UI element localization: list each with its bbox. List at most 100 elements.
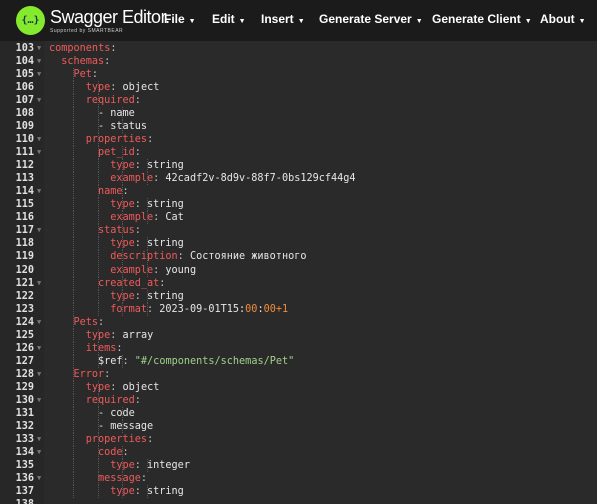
punctuation: :: [122, 355, 135, 367]
code-line[interactable]: 113 example: 42cadf2v-8d9v-88f7-0bs129cf4…: [0, 172, 597, 186]
code-line[interactable]: 106 type: object: [0, 81, 597, 95]
indent-guide: [73, 302, 75, 316]
fold-arrow-icon[interactable]: ▼: [37, 433, 41, 446]
line-number: 127: [15, 355, 34, 367]
punctuation: :: [153, 173, 166, 185]
code-line[interactable]: 131 - code: [0, 406, 597, 420]
punctuation: :: [122, 446, 129, 458]
menu-label: File: [164, 12, 185, 26]
fold-arrow-icon[interactable]: ▼: [37, 394, 41, 407]
yaml-value: integer: [147, 459, 190, 471]
code-text: Error:: [73, 368, 110, 381]
code-line[interactable]: 133 ▼ properties:: [0, 432, 597, 446]
code-line[interactable]: 110 ▼ properties:: [0, 133, 597, 147]
brand[interactable]: Swagger Editor. Supported by SMARTBEAR: [50, 7, 170, 34]
indent-guide: [73, 107, 75, 121]
code-line[interactable]: 135 type: integer: [0, 458, 597, 472]
fold-arrow-icon[interactable]: ▼: [37, 472, 41, 485]
yaml-key: properties: [85, 433, 148, 445]
indent-guide: [73, 198, 75, 212]
fold-arrow-icon[interactable]: ▼: [37, 342, 41, 355]
line-number: 136: [15, 472, 34, 484]
menu-label: About: [540, 12, 575, 26]
fold-arrow-icon[interactable]: ▼: [37, 446, 41, 459]
fold-arrow-icon[interactable]: ▼: [37, 316, 41, 329]
fold-arrow-icon[interactable]: ▼: [37, 94, 41, 107]
yaml-editor[interactable]: 103 ▼ components: 104 ▼ schemas: 105 ▼ Pet: 106 ty…: [0, 41, 597, 504]
swagger-logo-icon[interactable]: {…}: [16, 6, 45, 35]
code-text: type: string: [110, 237, 184, 250]
indent-guide: [73, 380, 75, 394]
code-line[interactable]: 129 type: object: [0, 380, 597, 394]
yaml-key: Pet: [73, 69, 92, 81]
code-line[interactable]: 108 - name: [0, 107, 597, 121]
punctuation: :: [134, 486, 148, 498]
code-line[interactable]: 114 ▼ name:: [0, 185, 597, 199]
yaml-key: code: [97, 446, 123, 458]
menu-generate-client[interactable]: Generate Client ▼: [432, 12, 532, 26]
punctuation: :: [134, 199, 148, 211]
code-line[interactable]: 132 - message: [0, 419, 597, 433]
punctuation: :: [134, 147, 141, 159]
code-line[interactable]: 125 type: array: [0, 328, 597, 342]
line-number: 117: [15, 225, 34, 237]
line-number: 135: [15, 459, 34, 471]
code-line[interactable]: 118 type: string: [0, 237, 597, 251]
yaml-value: - code: [97, 407, 135, 419]
code-line[interactable]: 138: [0, 498, 597, 504]
code-line[interactable]: 104 ▼ schemas:: [0, 55, 597, 68]
caret-down-icon: ▼: [238, 18, 246, 25]
code-line[interactable]: 136 ▼ message:: [0, 471, 597, 485]
fold-arrow-icon[interactable]: ▼: [37, 185, 41, 198]
code-text: properties:: [86, 433, 153, 446]
code-line[interactable]: 121 ▼ created_at:: [0, 276, 597, 290]
fold-arrow-icon[interactable]: ▼: [37, 277, 41, 290]
code-line[interactable]: 116 example: Cat: [0, 211, 597, 225]
fold-arrow-icon[interactable]: ▼: [37, 42, 41, 55]
code-line[interactable]: 112 type: string: [0, 159, 597, 173]
code-line[interactable]: 128 ▼ Error:: [0, 367, 597, 381]
menu-about[interactable]: About ▼: [540, 12, 586, 26]
menu-file[interactable]: File ▼: [164, 12, 196, 26]
code-line[interactable]: 122 type: string: [0, 289, 597, 303]
code-line[interactable]: 120 example: young: [0, 263, 597, 277]
fold-arrow-icon[interactable]: ▼: [37, 68, 41, 81]
fold-arrow-icon[interactable]: ▼: [37, 224, 41, 237]
yaml-value: - status: [97, 121, 148, 133]
menu-label: Insert: [261, 12, 294, 26]
menu-insert[interactable]: Insert ▼: [261, 12, 305, 26]
code-line[interactable]: 134 ▼ code:: [0, 445, 597, 459]
code-line[interactable]: 126 ▼ items:: [0, 341, 597, 355]
code-line[interactable]: 124 ▼ Pets:: [0, 315, 597, 329]
menu-edit[interactable]: Edit ▼: [212, 12, 246, 26]
code-line[interactable]: 111 ▼ pet_id:: [0, 146, 597, 160]
code-text: type: string: [110, 198, 184, 211]
fold-arrow-icon[interactable]: ▼: [37, 133, 41, 146]
line-number: 105: [15, 69, 34, 81]
code-line[interactable]: 137 type: string: [0, 485, 597, 499]
yaml-key: components: [49, 43, 111, 54]
indent-guide: [73, 120, 75, 134]
code-line[interactable]: 119 description: Состояние животного: [0, 250, 597, 264]
menu-generate-server[interactable]: Generate Server ▼: [319, 12, 423, 26]
yaml-key: type: [110, 290, 135, 302]
code-line[interactable]: 117 ▼ status:: [0, 224, 597, 238]
code-line[interactable]: 115 type: string: [0, 198, 597, 212]
code-line[interactable]: 127 $ref: "#/components/schemas/Pet": [0, 354, 597, 368]
code-line[interactable]: 105 ▼ Pet:: [0, 68, 597, 82]
yaml-value: Состояние животного: [189, 251, 307, 263]
indent-guide: [97, 263, 99, 277]
indent-guide: [73, 289, 75, 303]
fold-arrow-icon[interactable]: ▼: [37, 368, 41, 381]
yaml-value: 2023-09-01T15:: [159, 303, 246, 315]
fold-arrow-icon[interactable]: ▼: [37, 146, 41, 159]
fold-arrow-icon[interactable]: ▼: [37, 55, 41, 68]
code-text: - status: [98, 120, 147, 133]
yaml-key: type: [85, 381, 111, 393]
code-line[interactable]: 130 ▼ required:: [0, 393, 597, 407]
indent-guide: [73, 485, 75, 499]
code-line[interactable]: 109 - status: [0, 120, 597, 134]
code-line[interactable]: 107 ▼ required:: [0, 94, 597, 108]
code-line[interactable]: 103 ▼ components:: [0, 42, 597, 55]
code-line[interactable]: 123 format: 2023-09-01T15:00:00+1: [0, 302, 597, 316]
